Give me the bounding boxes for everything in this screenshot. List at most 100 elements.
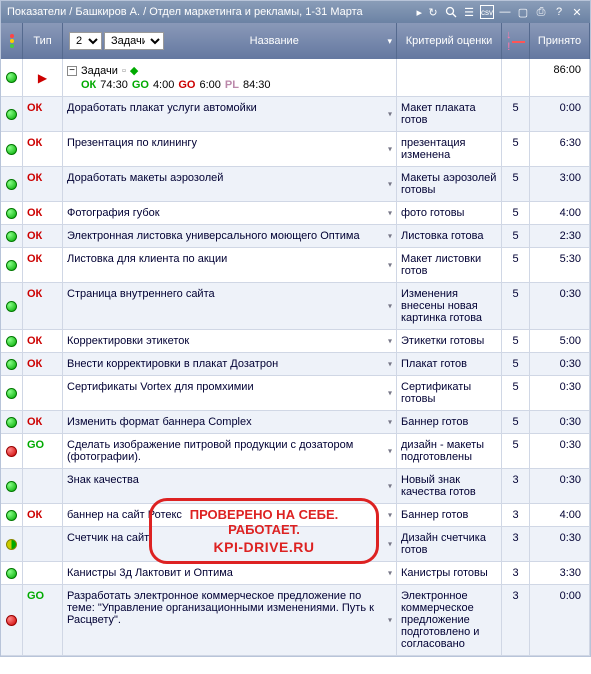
weight-cell: 3: [502, 469, 530, 503]
chevron-down-icon[interactable]: ▾: [388, 482, 392, 491]
summary-row[interactable]: ▶ − Задачи ▫ ◆ ОК74:30 GO4:00 GO6:00 PL8…: [1, 59, 590, 97]
filter-select[interactable]: Задачи: [104, 32, 164, 50]
header-weight[interactable]: ↓ !: [502, 23, 530, 59]
chevron-down-icon[interactable]: ▾: [388, 389, 392, 398]
criteria-cell: Новый знак качества готов: [397, 469, 502, 503]
close-icon[interactable]: ✕: [570, 5, 584, 19]
doc-icon[interactable]: ▫: [122, 65, 126, 77]
table-row[interactable]: ОКДоработать макеты аэрозолей▾Макеты аэр…: [1, 167, 590, 202]
chevron-down-icon[interactable]: ▾: [388, 232, 392, 241]
name-cell: Сделать изображение питровой продукции с…: [63, 434, 397, 468]
criteria-cell: Плакат готов: [397, 353, 502, 375]
name-cell: Электронная листовка универсального моющ…: [63, 225, 397, 247]
table-row[interactable]: ОКВнести корректировки в плакат Дозатрон…: [1, 353, 590, 376]
weight-cell: 5: [502, 353, 530, 375]
header-status[interactable]: [1, 23, 23, 59]
criteria-cell: Изменения внесены новая картинка готова: [397, 283, 502, 329]
chevron-down-icon[interactable]: ▾: [388, 302, 392, 311]
status-dot: [6, 510, 17, 521]
name-cell: Доработать плакат услуги автомойки▾: [63, 97, 397, 131]
help-icon[interactable]: ?: [552, 5, 566, 19]
print-icon[interactable]: ⎙: [534, 5, 548, 19]
criteria-cell: Канистры готовы: [397, 562, 502, 584]
table-row[interactable]: Канистры 3д Лактовит и Оптима▾Канистры г…: [1, 562, 590, 585]
table-row[interactable]: ОКЭлектронная листовка универсального мо…: [1, 225, 590, 248]
weight-cell: 3: [502, 562, 530, 584]
name-cell: Разработать электронное коммерческое пре…: [63, 585, 397, 655]
criteria-cell: дизайн - макеты подготовлены: [397, 434, 502, 468]
chevron-down-icon[interactable]: ▾: [388, 261, 392, 270]
play-icon[interactable]: ▶: [38, 71, 47, 85]
table-row[interactable]: Знак качества▾Новый знак качества готов3…: [1, 469, 590, 504]
table-row[interactable]: GOРазработать электронное коммерческое п…: [1, 585, 590, 656]
status-dot: [6, 388, 17, 399]
name-cell: Канистры 3д Лактовит и Оптима▾: [63, 562, 397, 584]
table-row[interactable]: ОКФотография губок▾фото готовы54:00: [1, 202, 590, 225]
criteria-cell: Баннер готов: [397, 411, 502, 433]
type-cell: ОК: [23, 411, 63, 433]
collapse-icon[interactable]: −: [67, 66, 77, 76]
criteria-cell: Листовка готова: [397, 225, 502, 247]
weight-cell: 5: [502, 167, 530, 201]
chevron-down-icon[interactable]: ▾: [388, 540, 392, 549]
name-cell: Корректировки этикеток▾: [63, 330, 397, 352]
status-dot: [6, 72, 17, 83]
chevron-down-icon[interactable]: ▾: [388, 110, 392, 119]
header-accepted[interactable]: Принято: [530, 23, 590, 59]
name-cell: Внести корректировки в плакат Дозатрон▾: [63, 353, 397, 375]
chevron-down-icon[interactable]: ▾: [388, 337, 392, 346]
type-cell: ОК: [23, 202, 63, 224]
search-icon[interactable]: [444, 5, 458, 19]
accepted-cell: 0:30: [530, 434, 590, 468]
header-criteria[interactable]: Критерий оценки: [397, 23, 502, 59]
chevron-down-icon[interactable]: ▾: [388, 180, 392, 189]
chevron-down-icon[interactable]: ▾: [388, 209, 392, 218]
criteria-cell: Макеты аэрозолей готовы: [397, 167, 502, 201]
chevron-down-icon[interactable]: ▾: [388, 360, 392, 369]
name-cell: Изменить формат баннера Complex▾: [63, 411, 397, 433]
weight-cell: 5: [502, 97, 530, 131]
name-cell: Счетчик на сайт▾: [63, 527, 397, 561]
chevron-down-icon[interactable]: ▾: [388, 447, 392, 456]
chevron-down-icon[interactable]: ▾: [388, 569, 392, 578]
minimize-icon[interactable]: —: [498, 5, 512, 19]
chevron-down-icon[interactable]: ▾: [388, 616, 392, 625]
weight-cell: 5: [502, 330, 530, 352]
type-cell: [23, 562, 63, 584]
refresh-icon[interactable]: ↻: [426, 5, 440, 19]
window-icon[interactable]: ▢: [516, 5, 530, 19]
table-row[interactable]: GOСделать изображение питровой продукции…: [1, 434, 590, 469]
criteria-cell: Этикетки готовы: [397, 330, 502, 352]
accepted-cell: 0:00: [530, 97, 590, 131]
table-row[interactable]: ОККорректировки этикеток▾Этикетки готовы…: [1, 330, 590, 353]
diamond-icon[interactable]: ◆: [130, 64, 138, 77]
name-cell: Презентация по клинингу▾: [63, 132, 397, 166]
list-icon[interactable]: ☰: [462, 5, 476, 19]
chevron-down-icon[interactable]: ▾: [388, 145, 392, 154]
weight-cell: 3: [502, 504, 530, 526]
chevron-down-icon[interactable]: ▾: [388, 418, 392, 427]
table-row[interactable]: ОКИзменить формат баннера Complex▾Баннер…: [1, 411, 590, 434]
accepted-cell: 0:30: [530, 469, 590, 503]
table-row[interactable]: ОКСтраница внутреннего сайта▾Изменения в…: [1, 283, 590, 330]
table-row[interactable]: ОКбаннер на сайт Ротекс▾Баннер готов34:0…: [1, 504, 590, 527]
chevron-down-icon[interactable]: ▾: [387, 36, 392, 47]
status-dot: [6, 417, 17, 428]
summary-accepted: 86:00: [530, 59, 590, 96]
table-row[interactable]: ОКПрезентация по клинингу▾презентация из…: [1, 132, 590, 167]
type-cell: [23, 469, 63, 503]
name-cell: баннер на сайт Ротекс▾: [63, 504, 397, 526]
table-row[interactable]: Счетчик на сайт▾Дизайн счетчика готов30:…: [1, 527, 590, 562]
table-row[interactable]: ОКЛистовка для клиента по акции▾Макет ли…: [1, 248, 590, 283]
type-cell: ОК: [23, 167, 63, 201]
csv-icon[interactable]: csv: [480, 5, 494, 19]
header-type[interactable]: Тип: [23, 23, 63, 59]
table-row[interactable]: Сертификаты Vortex для промхимии▾Сертифи…: [1, 376, 590, 411]
level-select[interactable]: 2: [69, 32, 102, 50]
table-row[interactable]: ОКДоработать плакат услуги автомойки▾Мак…: [1, 97, 590, 132]
weight-cell: 3: [502, 527, 530, 561]
weight-cell: 5: [502, 132, 530, 166]
header-name-label[interactable]: Название: [168, 35, 380, 47]
chevron-down-icon[interactable]: ▾: [388, 511, 392, 520]
criteria-cell: Сертификаты готовы: [397, 376, 502, 410]
